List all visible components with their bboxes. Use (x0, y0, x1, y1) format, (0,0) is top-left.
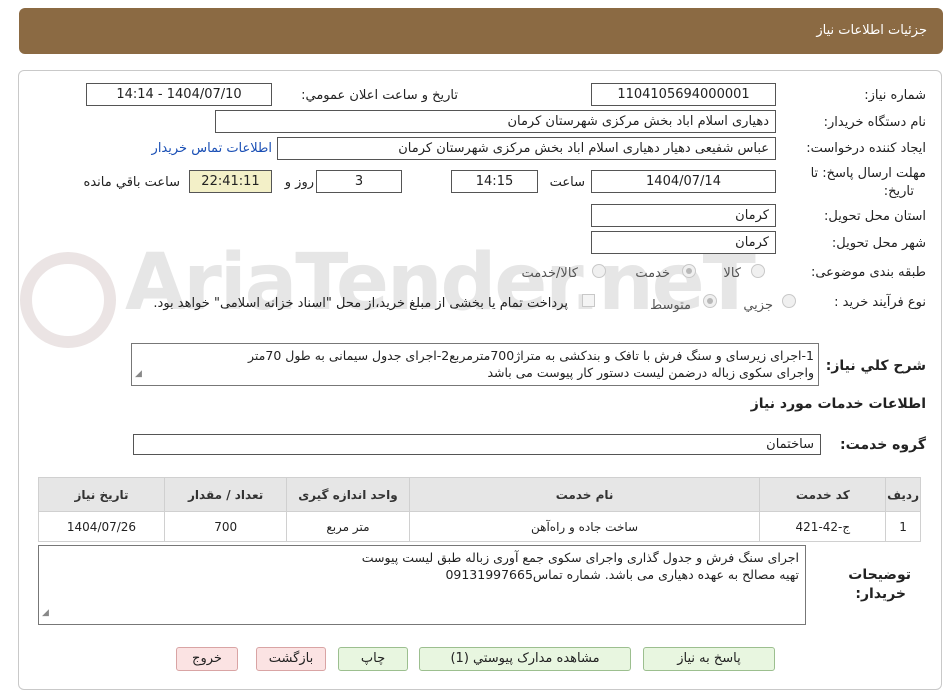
category-label: طبقه بندی موضوعی: (810, 265, 926, 280)
province-label: استان محل تحویل: (824, 209, 926, 224)
announce-label: تاریخ و ساعت اعلان عمومي: (301, 88, 458, 103)
buyer-org-label: نام دستگاه خريدار: (823, 115, 926, 130)
resize-handle-icon[interactable]: ◢ (135, 366, 142, 383)
process-radio-medium[interactable] (703, 294, 717, 308)
process-option-minor: جزيي (743, 298, 773, 313)
deadline-label: مهلت ارسال پاسخ: تا (810, 166, 926, 181)
view-attachments-button[interactable]: مشاهده مدارک پيوستي (1) (419, 647, 631, 671)
process-type-label: نوع فرآیند خرید : (834, 295, 926, 310)
column-header-row-number: رديف (885, 477, 921, 512)
category-option-service: خدمت (635, 266, 670, 281)
buyer-org-field[interactable]: دهیاری اسلام اباد بخش مرکزی شهرستان کرما… (215, 110, 776, 133)
process-radio-minor[interactable] (782, 294, 796, 308)
announce-datetime-field[interactable]: 1404/07/10 - 14:14 (86, 83, 272, 106)
column-header-quantity: تعداد / مقدار (163, 477, 288, 512)
category-radio-goods[interactable] (751, 264, 765, 278)
process-option-medium: متوسط (650, 298, 691, 313)
deadline-time-field[interactable]: 14:15 (451, 170, 538, 193)
cell-row-number: 1 (885, 511, 921, 542)
deadline-time-label: ساعت (549, 175, 585, 190)
back-button[interactable]: بازگشت (256, 647, 326, 671)
buyer-notes-label: توضیحات (848, 567, 911, 583)
deadline-date-field[interactable]: 1404/07/14 (591, 170, 776, 193)
cell-quantity: 700 (163, 511, 288, 542)
treasury-payment-checkbox[interactable] (582, 294, 595, 307)
print-button[interactable]: چاپ (338, 647, 408, 671)
column-header-service-code: کد خدمت (759, 477, 887, 512)
column-header-service-name: نام خدمت (408, 477, 761, 512)
service-group-label: گروه خدمت: (840, 437, 926, 453)
cell-service-name: ساخت جاده و راه‌آهن (408, 511, 761, 542)
reply-button[interactable]: پاسخ به نياز (643, 647, 775, 671)
column-header-need-date: تاریخ نیاز (38, 477, 165, 512)
category-option-goods-service: کالا/خدمت (521, 266, 578, 281)
buyer-contact-link[interactable]: اطلاعات تماس خریدار (152, 141, 272, 156)
buyer-notes-line-2: تهیه مصالح به عهده دهیاری می باشد. شماره… (445, 567, 799, 582)
category-radio-goods-service[interactable] (592, 264, 606, 278)
exit-button[interactable]: خروج (176, 647, 238, 671)
city-field[interactable]: کرمان (591, 231, 776, 254)
buyer-notes-line-1: اجرای سنگ فرش و جدول گذاری واجرای سکوی ج… (361, 550, 799, 565)
cell-service-code: ج-42-421 (759, 511, 887, 542)
summary-line-2: واجرای سکوی زباله درضمن لیست دستور کار پ… (487, 365, 814, 380)
watermark-logo-icon (20, 252, 116, 348)
services-table-header: رديف کد خدمت نام خدمت واحد اندازه گیری ت… (38, 477, 921, 512)
page-header: جزئیات اطلاعات نیاز (19, 8, 943, 54)
category-option-goods: کالا (723, 266, 741, 281)
city-label: شهر محل تحویل: (831, 236, 926, 251)
remaining-time-field[interactable]: 22:41:11 (189, 170, 272, 193)
page-title: جزئیات اطلاعات نیاز (816, 23, 927, 38)
cell-need-date: 1404/07/26 (38, 511, 165, 542)
need-number-field[interactable]: 1104105694000001 (591, 83, 776, 106)
treasury-payment-note: پرداخت تمام یا بخشی از مبلغ خرید،از محل … (153, 296, 568, 311)
summary-label: شرح کلي نياز: (825, 358, 926, 374)
creator-field[interactable]: عباس شفیعی دهیار دهیاری اسلام اباد بخش م… (277, 137, 776, 160)
category-radio-service[interactable] (682, 264, 696, 278)
buyer-notes-label-2: خریدار: (855, 586, 906, 602)
services-section-title: اطلاعات خدمات مورد نياز (750, 396, 926, 412)
creator-label: ايجاد کننده درخواست: (806, 141, 926, 156)
summary-textarea[interactable]: 1-اجرای زیرسای و سنگ فرش با تافک و بندکش… (131, 343, 819, 386)
summary-line-1: 1-اجرای زیرسای و سنگ فرش با تافک و بندکش… (248, 348, 814, 363)
buyer-notes-textarea[interactable]: اجرای سنگ فرش و جدول گذاری واجرای سکوی ج… (38, 545, 806, 625)
table-row[interactable]: 1 ج-42-421 ساخت جاده و راه‌آهن متر مربع … (38, 511, 921, 542)
province-field[interactable]: کرمان (591, 204, 776, 227)
deadline-date-label: تاریخ: (883, 184, 914, 199)
days-label: روز و (284, 175, 314, 190)
need-number-label: شماره نیاز: (864, 88, 926, 103)
service-group-field[interactable]: ساختمان (133, 434, 821, 455)
days-remaining-field[interactable]: 3 (316, 170, 402, 193)
cell-unit: متر مربع (286, 511, 410, 542)
remaining-time-label: ساعت باقي مانده (83, 175, 180, 190)
resize-handle-icon[interactable]: ◢ (42, 605, 49, 622)
services-table: رديف کد خدمت نام خدمت واحد اندازه گیری ت… (38, 477, 921, 542)
column-header-unit: واحد اندازه گیری (286, 477, 410, 512)
